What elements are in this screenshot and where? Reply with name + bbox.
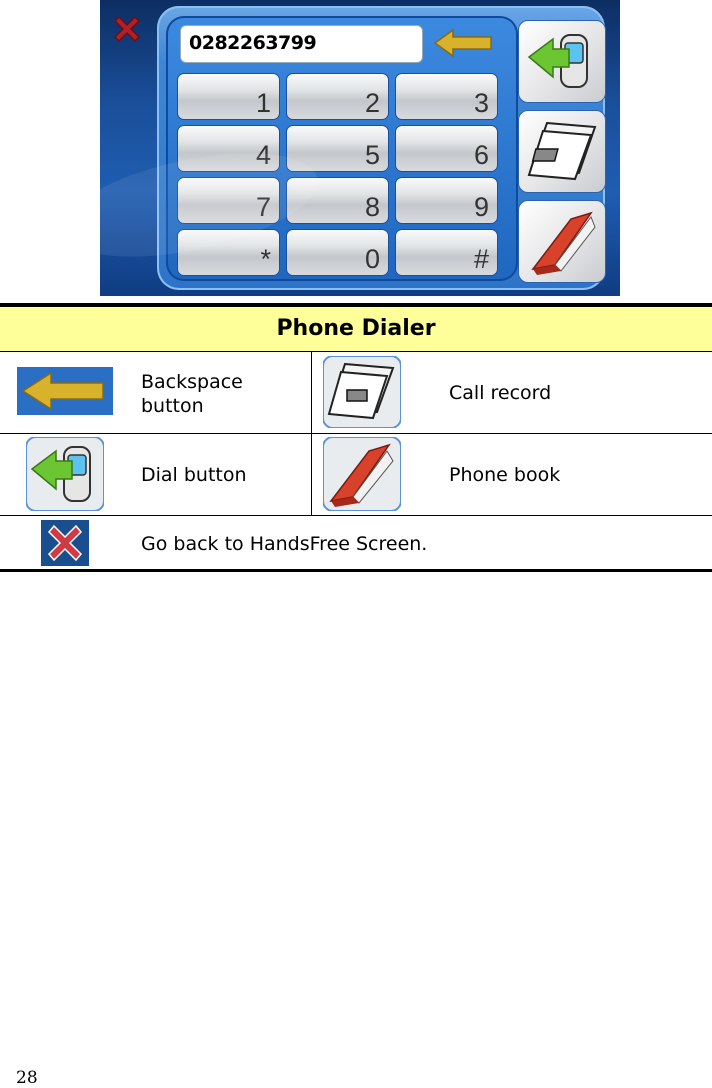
key-0[interactable]: 0 xyxy=(286,229,389,276)
backspace-label: Backspace button xyxy=(141,371,243,417)
go-back-label: Go back to HandsFree Screen. xyxy=(141,533,428,555)
phone-book-icon xyxy=(531,211,596,275)
key-5[interactable]: 5 xyxy=(286,125,389,172)
key-7[interactable]: 7 xyxy=(177,177,280,224)
table-title: Phone Dialer xyxy=(0,303,712,352)
call-record-icon xyxy=(323,356,401,428)
page-number: 28 xyxy=(16,1068,38,1088)
key-2[interactable]: 2 xyxy=(286,73,389,120)
arrow-left-icon xyxy=(17,367,113,415)
call-record-button[interactable] xyxy=(518,110,606,193)
dial-button[interactable] xyxy=(518,20,606,103)
call-record-icon xyxy=(527,121,597,181)
phone-book-icon xyxy=(323,437,401,511)
table-row: Backspace button Call record xyxy=(0,352,712,434)
arrow-left-icon[interactable] xyxy=(433,28,495,58)
key-hash[interactable]: # xyxy=(395,229,498,276)
key-9[interactable]: 9 xyxy=(395,177,498,224)
key-1[interactable]: 1 xyxy=(177,73,280,120)
close-x-icon xyxy=(41,520,89,566)
phone-dialer-screenshot: 0282263799 1 2 3 4 5 6 7 8 9 * 0 # xyxy=(100,0,620,296)
dial-phone-icon xyxy=(527,34,588,88)
key-star[interactable]: * xyxy=(177,229,280,276)
column-divider xyxy=(311,434,312,516)
key-6[interactable]: 6 xyxy=(395,125,498,172)
dial-button-label: Dial button xyxy=(141,464,247,486)
phone-book-label: Phone book xyxy=(449,464,561,486)
call-record-label: Call record xyxy=(449,382,552,404)
close-x-icon[interactable] xyxy=(110,12,144,46)
key-8[interactable]: 8 xyxy=(286,177,389,224)
table-row: Dial button Phone book xyxy=(0,434,712,516)
column-divider xyxy=(311,352,312,434)
dial-phone-icon xyxy=(26,437,104,511)
phone-book-button[interactable] xyxy=(518,200,606,283)
phone-number-field[interactable]: 0282263799 xyxy=(180,25,423,63)
table-row: Go back to HandsFree Screen. xyxy=(0,516,712,572)
key-4[interactable]: 4 xyxy=(177,125,280,172)
key-3[interactable]: 3 xyxy=(395,73,498,120)
